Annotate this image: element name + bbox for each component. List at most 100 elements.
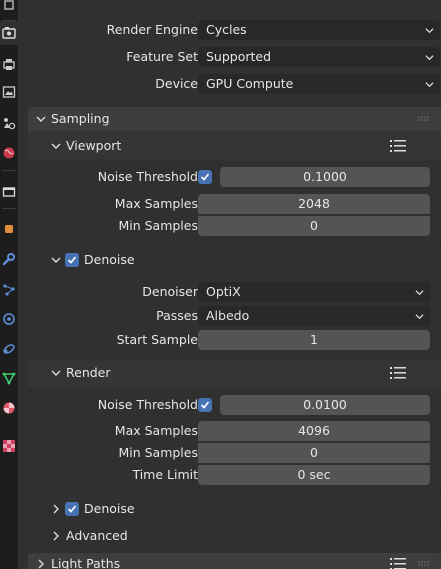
physics-tab[interactable] bbox=[0, 307, 18, 331]
material-icon bbox=[3, 402, 15, 414]
render-subpanel-header[interactable]: Render bbox=[28, 360, 441, 386]
viewport-subpanel-header[interactable]: Viewport bbox=[28, 133, 441, 159]
advanced-title: Advanced bbox=[66, 528, 128, 543]
render-engine-value: Cycles bbox=[206, 22, 247, 37]
render-tab[interactable] bbox=[0, 21, 18, 45]
passes-label: Passes bbox=[156, 308, 198, 323]
render-denoise-title: Denoise bbox=[84, 501, 135, 516]
constraints-icon bbox=[3, 344, 15, 354]
chevron-right-icon bbox=[53, 531, 59, 541]
properties-tab-strip bbox=[0, 0, 18, 569]
camera-back-icon bbox=[2, 27, 16, 39]
texture-icon bbox=[3, 440, 15, 452]
denoiser-row: Denoiser OptiX bbox=[28, 281, 441, 303]
device-value: GPU Compute bbox=[206, 76, 294, 91]
viewport-max-samples-field[interactable]: 2048 bbox=[198, 194, 430, 214]
tool-icon bbox=[4, 0, 14, 10]
viewport-max-samples-row: Max Samples 2048 bbox=[28, 193, 441, 215]
render-engine-label: Render Engine bbox=[106, 22, 198, 37]
object-tab[interactable] bbox=[0, 217, 18, 241]
chevron-down-icon bbox=[415, 290, 424, 296]
data-tab[interactable] bbox=[0, 366, 18, 390]
time-limit-row: Time Limit 0 sec bbox=[28, 464, 441, 486]
chevron-down-icon bbox=[425, 55, 434, 61]
render-engine-row: Render Engine Cycles bbox=[28, 19, 441, 41]
viewport-noise-threshold-field[interactable]: 0.1000 bbox=[220, 167, 430, 187]
render-noise-threshold-checkbox[interactable] bbox=[198, 398, 212, 412]
viewport-noise-threshold-row: Noise Threshold 0.1000 bbox=[28, 166, 441, 188]
denoiser-label: Denoiser bbox=[142, 284, 198, 299]
viewport-denoise-title: Denoise bbox=[84, 252, 135, 267]
viewport-denoise-header[interactable]: Denoise bbox=[28, 247, 441, 273]
render-noise-threshold-field[interactable]: 0.0100 bbox=[220, 395, 430, 415]
image-icon bbox=[2, 86, 16, 98]
output-tab[interactable] bbox=[0, 52, 18, 76]
mesh-data-icon bbox=[2, 372, 16, 385]
feature-set-label: Feature Set bbox=[126, 49, 198, 64]
render-denoise-header[interactable]: Denoise bbox=[28, 496, 441, 522]
texture-tab[interactable] bbox=[0, 434, 18, 458]
sampling-panel-header[interactable]: Sampling bbox=[28, 106, 441, 132]
render-noise-threshold-label: Noise Threshold bbox=[97, 397, 198, 412]
viewport-denoise-checkbox[interactable] bbox=[65, 253, 79, 267]
render-min-samples-label: Min Samples bbox=[118, 445, 198, 460]
light-paths-title: Light Paths bbox=[51, 556, 121, 569]
chevron-right-icon bbox=[38, 559, 44, 569]
chevron-down-icon bbox=[36, 116, 46, 122]
render-min-samples-field[interactable]: 0 bbox=[198, 443, 430, 463]
presets-list-icon[interactable] bbox=[390, 140, 406, 152]
drag-grip-icon[interactable] bbox=[418, 116, 430, 122]
scene-tab[interactable] bbox=[0, 111, 18, 135]
view-layer-tab[interactable] bbox=[0, 80, 18, 104]
feature-set-dropdown[interactable]: Supported bbox=[198, 47, 440, 67]
render-max-samples-row: Max Samples 4096 bbox=[28, 420, 441, 442]
render-properties: Render Engine Cycles Feature Set Support… bbox=[28, 0, 441, 569]
time-limit-label: Time Limit bbox=[132, 467, 198, 482]
modifier-tab[interactable] bbox=[0, 247, 18, 271]
world-icon bbox=[3, 147, 15, 159]
viewport-min-samples-row: Min Samples 0 bbox=[28, 215, 441, 237]
render-denoise-checkbox[interactable] bbox=[65, 502, 79, 516]
physics-icon bbox=[3, 313, 15, 325]
chevron-down-icon bbox=[425, 82, 434, 88]
passes-value: Albedo bbox=[206, 308, 250, 323]
feature-set-value: Supported bbox=[206, 49, 272, 64]
checkmark-icon bbox=[67, 256, 77, 264]
start-sample-row: Start Sample 1 bbox=[28, 329, 441, 351]
constraints-tab[interactable] bbox=[0, 337, 18, 361]
render-max-samples-field[interactable]: 4096 bbox=[198, 421, 430, 441]
chevron-down-icon bbox=[51, 143, 61, 149]
viewport-noise-threshold-checkbox[interactable] bbox=[198, 170, 212, 184]
light-paths-panel-header[interactable]: Light Paths bbox=[28, 551, 441, 569]
scene-icon bbox=[4, 118, 16, 130]
collection-icon bbox=[2, 187, 16, 197]
device-row: Device GPU Compute bbox=[28, 73, 441, 95]
drag-grip-icon[interactable] bbox=[418, 561, 430, 567]
particles-icon bbox=[3, 284, 15, 296]
tool-tab[interactable] bbox=[0, 0, 18, 18]
collection-tab[interactable] bbox=[0, 180, 18, 204]
printer-icon bbox=[3, 59, 15, 70]
viewport-min-samples-field[interactable]: 0 bbox=[198, 216, 430, 236]
object-icon bbox=[5, 225, 13, 233]
render-engine-dropdown[interactable]: Cycles bbox=[198, 20, 440, 40]
material-tab[interactable] bbox=[0, 396, 18, 420]
feature-set-row: Feature Set Supported bbox=[28, 46, 441, 68]
advanced-subpanel-header[interactable]: Advanced bbox=[28, 523, 441, 549]
chevron-down-icon bbox=[51, 257, 61, 263]
presets-list-icon[interactable] bbox=[390, 367, 406, 379]
world-tab[interactable] bbox=[0, 141, 18, 165]
denoiser-dropdown[interactable]: OptiX bbox=[198, 282, 430, 302]
passes-dropdown[interactable]: Albedo bbox=[198, 306, 430, 326]
checkmark-icon bbox=[67, 505, 77, 513]
chevron-down-icon bbox=[425, 28, 434, 34]
properties-editor: Render Engine Cycles Feature Set Support… bbox=[0, 0, 441, 569]
render-title: Render bbox=[66, 365, 111, 380]
device-dropdown[interactable]: GPU Compute bbox=[198, 74, 440, 94]
viewport-max-samples-label: Max Samples bbox=[114, 196, 198, 211]
render-noise-threshold-row: Noise Threshold 0.0100 bbox=[28, 394, 441, 416]
time-limit-field[interactable]: 0 sec bbox=[198, 465, 430, 485]
start-sample-field[interactable]: 1 bbox=[198, 330, 430, 350]
presets-list-icon[interactable] bbox=[390, 558, 406, 569]
particles-tab[interactable] bbox=[0, 278, 18, 302]
